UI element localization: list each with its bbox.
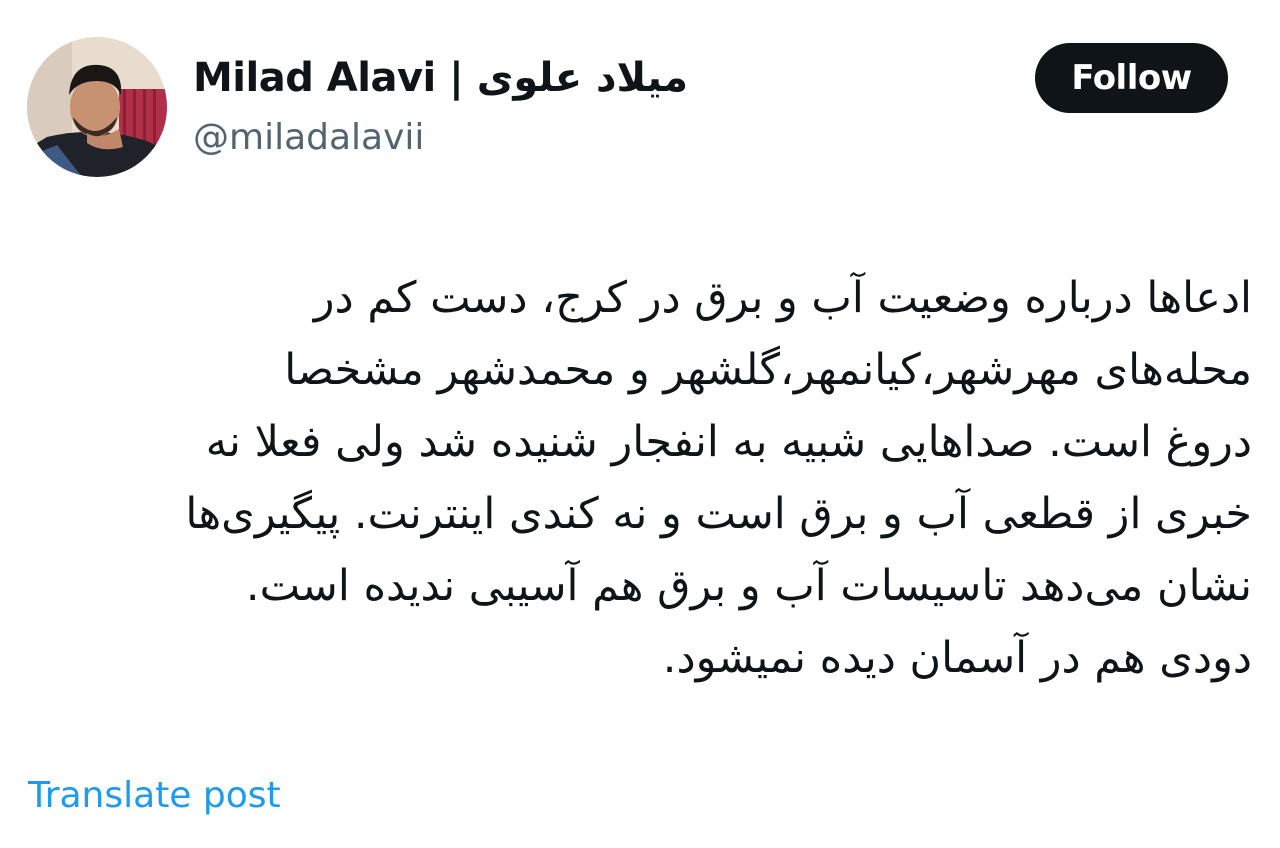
post-text-line: محله‌های مهرشهر،کیانمهر،گلشهر و محمدشهر …	[284, 345, 1252, 395]
post-text-line: دروغ است. صداهایی شبیه به انفجار شنیده ش…	[205, 417, 1252, 467]
post-card: Milad Alavi | میلاد علوی @miladalavii Fo…	[0, 0, 1280, 848]
username-handle[interactable]: @miladalavii	[193, 116, 993, 160]
avatar[interactable]	[27, 37, 167, 177]
post-text-line: دودی هم در آسمان دیده نمیشود.	[662, 633, 1252, 683]
author-info: Milad Alavi | میلاد علوی @miladalavii	[193, 54, 993, 160]
follow-button[interactable]: Follow	[1035, 43, 1228, 113]
post-text-line: نشان می‌دهد تاسیسات آب و برق هم آسیبی ند…	[245, 561, 1252, 611]
post-text-line: ادعاها درباره وضعیت آب و برق در کرج، دست…	[313, 273, 1252, 323]
post-text: ادعاها درباره وضعیت آب و برق در کرج، دست…	[12, 262, 1252, 694]
avatar-photo	[27, 37, 167, 177]
translate-post-link[interactable]: Translate post	[28, 774, 281, 818]
display-name[interactable]: Milad Alavi | میلاد علوی	[193, 54, 993, 102]
post-text-line: خبری از قطعی آب و برق است و نه کندی اینت…	[185, 489, 1252, 539]
